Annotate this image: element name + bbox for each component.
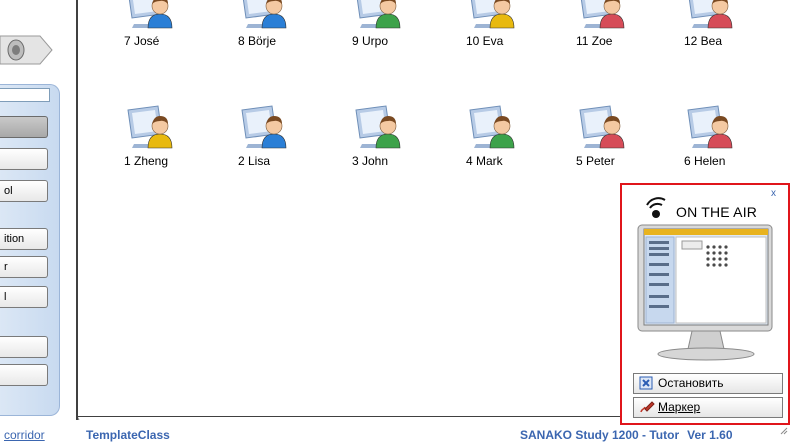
- student-1-2[interactable]: 8 Börje: [226, 0, 310, 60]
- student-2-5[interactable]: 5 Peter: [564, 104, 648, 180]
- student-name: 10 Eva: [466, 34, 504, 48]
- marker-label: Маркер: [658, 400, 701, 414]
- stop-broadcast-button[interactable]: Остановить: [633, 373, 783, 394]
- version-label: Ver 1.60: [687, 428, 733, 442]
- sidebar-button-5[interactable]: r: [0, 256, 48, 278]
- student-name: 9 Urpo: [352, 34, 389, 48]
- student-computer-icon: [242, 0, 287, 29]
- monitor-preview-icon: [637, 224, 773, 361]
- student-computer-icon: [128, 0, 173, 29]
- sidebar-button-1[interactable]: [0, 116, 48, 138]
- student-2-6[interactable]: 6 Helen: [672, 104, 756, 180]
- student-computer-icon: [355, 105, 401, 149]
- stop-icon: [639, 376, 653, 390]
- student-name: 12 Bea: [684, 34, 723, 48]
- student-2-1[interactable]: 1 Zheng: [112, 104, 196, 180]
- student-computer-icon: [579, 105, 625, 149]
- student-name: 4 Mark: [466, 154, 503, 168]
- student-computer-icon: [687, 105, 733, 149]
- marker-pen-icon: [640, 401, 655, 413]
- speaker-icon: [0, 35, 53, 65]
- student-name: 5 Peter: [576, 154, 615, 168]
- close-icon[interactable]: x: [771, 188, 776, 199]
- student-name: 1 Zheng: [124, 154, 169, 168]
- main-divider: [76, 0, 78, 420]
- student-computer-icon: [580, 0, 625, 29]
- student-2-4[interactable]: 4 Mark: [454, 104, 538, 180]
- student-1-3[interactable]: 9 Urpo: [340, 0, 424, 60]
- product-label: SANAKO Study 1200 - Tutor: [520, 428, 680, 442]
- student-1-1[interactable]: 7 José: [112, 0, 196, 60]
- student-2-2[interactable]: 2 Lisa: [226, 104, 310, 180]
- sidebar-button-3[interactable]: ol: [0, 180, 48, 202]
- sidebar-button-6[interactable]: l: [0, 286, 48, 308]
- on-air-panel: ON THE AIR x Остановить Маркер: [620, 183, 790, 425]
- student-name: 3 John: [352, 154, 389, 168]
- sidebar: ol ition r l: [0, 0, 66, 420]
- sidebar-button-7[interactable]: [0, 336, 48, 358]
- student-1-5[interactable]: 11 Zoe: [564, 0, 648, 60]
- product-version-label: SANAKO Study 1200 - Tutor Ver 1.60: [520, 428, 733, 442]
- on-air-title: ON THE AIR: [676, 204, 758, 220]
- student-computer-icon: [470, 0, 515, 29]
- student-computer-icon: [469, 105, 515, 149]
- student-computer-icon: [356, 0, 401, 29]
- stop-label: Остановить: [658, 376, 724, 390]
- student-1-4[interactable]: 10 Eva: [454, 0, 538, 60]
- student-name: 8 Börje: [238, 34, 277, 48]
- sidebar-field[interactable]: [0, 88, 50, 102]
- student-computer-icon: [688, 0, 733, 29]
- corridor-link[interactable]: corridor: [4, 428, 45, 442]
- resize-grip-icon[interactable]: [780, 427, 788, 435]
- sidebar-button-2[interactable]: [0, 148, 48, 170]
- student-name: 7 José: [124, 34, 160, 48]
- student-name: 11 Zoe: [576, 34, 613, 48]
- student-name: 6 Helen: [684, 154, 726, 168]
- marker-button[interactable]: Маркер: [633, 397, 783, 418]
- student-computer-icon: [241, 105, 287, 149]
- student-2-3[interactable]: 3 John: [340, 104, 424, 180]
- student-name: 2 Lisa: [238, 154, 271, 168]
- sidebar-button-4[interactable]: ition: [0, 228, 48, 250]
- student-1-6[interactable]: 12 Bea: [672, 0, 756, 60]
- broadcast-icon: [646, 197, 666, 218]
- sidebar-button-8[interactable]: [0, 364, 48, 386]
- student-computer-icon: [127, 105, 173, 149]
- class-name-label: TemplateClass: [86, 428, 170, 442]
